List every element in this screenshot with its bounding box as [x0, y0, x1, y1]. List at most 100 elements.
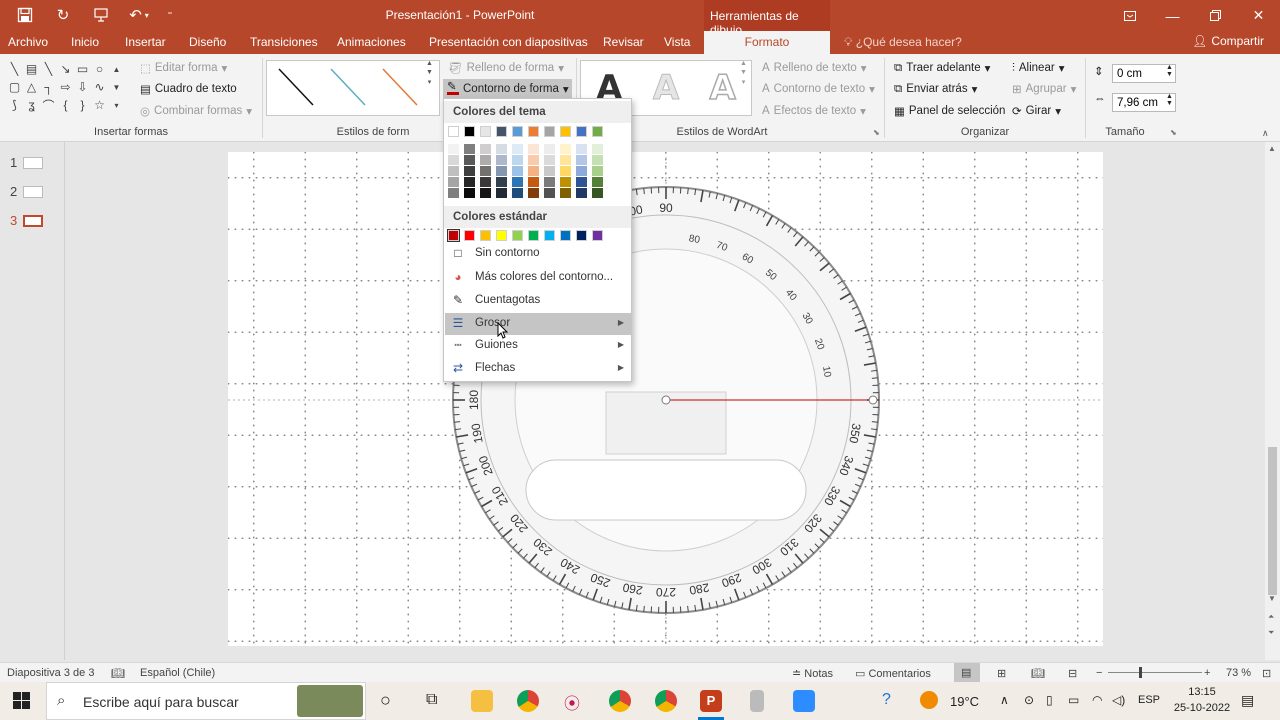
tab-inicio[interactable]: Inicio	[71, 35, 99, 49]
theme-color-swatch[interactable]	[544, 126, 555, 137]
reading-view-icon[interactable]: 📖︎	[1031, 667, 1045, 680]
zoom-out-icon[interactable]: −	[1096, 667, 1102, 679]
theme-color-swatch[interactable]	[448, 126, 459, 137]
theme-shade-swatch[interactable]	[496, 155, 507, 165]
theme-shade-swatch[interactable]	[512, 177, 523, 187]
customize-icon[interactable]: ⁼	[160, 3, 180, 27]
theme-color-swatch[interactable]	[592, 126, 603, 137]
tab-diseno[interactable]: Diseño	[189, 35, 226, 49]
theme-shade-swatch[interactable]	[560, 188, 571, 198]
standard-color-swatch[interactable]	[496, 230, 507, 241]
rounded-rect-icon[interactable]: ▢	[6, 78, 23, 96]
scrollbar-thumb[interactable]	[1268, 447, 1277, 595]
theme-shade-swatch[interactable]	[576, 188, 587, 198]
minimize-icon[interactable]: —	[1151, 0, 1194, 31]
width-spinner[interactable]: ▲ ▼	[1166, 93, 1173, 107]
dialog-launcher-icon[interactable]: ⬊	[1170, 128, 1177, 137]
app-icon[interactable]: ⦿	[564, 690, 580, 714]
scroll-down-icon[interactable]: ▼	[108, 78, 125, 96]
wifi-icon[interactable]: ◠	[1092, 693, 1102, 707]
theme-shade-swatch[interactable]	[480, 144, 491, 154]
save-icon[interactable]	[8, 3, 42, 27]
merge-shapes-button[interactable]: ◎ Combinar formas ▾	[140, 104, 252, 118]
theme-shade-swatch[interactable]	[496, 144, 507, 154]
triangle-shape-icon[interactable]: △	[23, 78, 40, 96]
shape-fill-button[interactable]: 🪣︎ Relleno de forma ▾	[448, 61, 564, 75]
theme-shade-swatch[interactable]	[528, 177, 539, 187]
ribbon-display-icon[interactable]	[1108, 0, 1151, 31]
battery-icon[interactable]: ▭	[1068, 693, 1079, 707]
standard-color-swatch[interactable]	[592, 230, 603, 241]
line-shape-icon[interactable]: ╲	[6, 60, 23, 78]
no-outline-item[interactable]: □ Sin contorno	[445, 243, 632, 265]
curve-icon[interactable]: ∿	[91, 78, 108, 96]
tab-insertar[interactable]: Insertar	[125, 35, 166, 49]
standard-color-swatch[interactable]	[576, 230, 587, 241]
shapes-gallery[interactable]: ╲ ▤ ╲ ↘ ▭ ○ ▲ ▢ △ ┐ ⇨ ⇩ ∿ ▼ ⟆ ʓ ⌒{} ☆ ▾	[6, 60, 130, 116]
theme-shade-swatch[interactable]	[544, 155, 555, 165]
rectangle-shape-icon[interactable]: ▭	[74, 60, 91, 78]
text-outline-button[interactable]: A Contorno de texto ▾	[762, 82, 875, 96]
standard-color-swatch[interactable]	[464, 230, 475, 241]
next-slide-icon[interactable]: ⏷	[1268, 628, 1274, 638]
theme-color-swatch[interactable]	[496, 126, 507, 137]
spin-down-icon[interactable]: ▼	[1166, 71, 1173, 78]
windows-start-icon[interactable]	[13, 692, 30, 712]
eyedropper-item[interactable]: ✎ Cuentagotas	[445, 290, 632, 312]
slide-canvas[interactable]: 9010011012013014015016017018019020021022…	[228, 152, 1103, 646]
slide-thumb-3[interactable]: 3	[10, 213, 44, 228]
text-effects-button[interactable]: A Efectos de texto ▾	[762, 104, 866, 118]
theme-color-swatch[interactable]	[576, 126, 587, 137]
theme-shade-swatch[interactable]	[592, 177, 603, 187]
theme-shade-swatch[interactable]	[560, 155, 571, 165]
chrome-profile-icon[interactable]	[609, 690, 631, 712]
height-spinner[interactable]: ▲ ▼	[1166, 64, 1173, 78]
more-outline-colors-item[interactable]: ◕ Más colores del contorno...	[445, 267, 632, 289]
spelling-icon[interactable]: 📖︎	[111, 667, 125, 680]
theme-color-swatch[interactable]	[464, 126, 475, 137]
gallery-scroll[interactable]: ▲ ▼ ▾	[426, 60, 433, 86]
zoom-in-icon[interactable]: +	[1204, 667, 1210, 679]
collapse-ribbon-icon[interactable]: ∧	[1262, 128, 1269, 139]
theme-color-swatch[interactable]	[512, 126, 523, 137]
theme-shade-swatch[interactable]	[464, 177, 475, 187]
tab-formato[interactable]: Formato	[704, 31, 830, 54]
more-styles-icon[interactable]: ▾	[742, 78, 746, 86]
star-icon[interactable]: ☆	[91, 96, 108, 114]
theme-shade-swatch[interactable]	[464, 166, 475, 176]
edit-shape-button[interactable]: ⬚ Editar forma ▾	[140, 61, 227, 75]
fit-to-window-icon[interactable]: ⊡	[1262, 667, 1271, 680]
theme-color-swatch[interactable]	[560, 126, 571, 137]
comments-button[interactable]: ▭ Comentarios	[855, 667, 931, 680]
chrome-profile-icon[interactable]	[655, 690, 677, 712]
share-button[interactable]: 👤︎ Compartir	[1192, 34, 1264, 48]
theme-shade-swatch[interactable]	[496, 188, 507, 198]
protractor-image[interactable]: 9010011012013014015016017018019020021022…	[228, 152, 1103, 646]
theme-shade-swatch[interactable]	[480, 166, 491, 176]
shape-outline-button[interactable]: ✎ Contorno de forma ▾	[443, 79, 572, 99]
slideshow-icon[interactable]: ⊟	[1068, 667, 1077, 680]
help-icon[interactable]: ?	[882, 691, 891, 709]
wordart-style-2[interactable]: A	[652, 68, 679, 109]
brace-right-icon[interactable]: }	[74, 96, 91, 114]
theme-shade-swatch[interactable]	[544, 144, 555, 154]
restore-icon[interactable]	[1194, 0, 1237, 31]
theme-shade-swatch[interactable]	[544, 188, 555, 198]
theme-shade-swatch[interactable]	[560, 144, 571, 154]
line-shape-icon[interactable]: ╲	[40, 60, 57, 78]
theme-shade-swatch[interactable]	[464, 188, 475, 198]
theme-shade-swatch[interactable]	[496, 166, 507, 176]
scroll-up-icon[interactable]: ▲	[108, 60, 125, 78]
theme-shade-swatch[interactable]	[448, 177, 459, 187]
clock-date[interactable]: 25-10-2022	[1170, 702, 1234, 714]
scroll-down-icon[interactable]: ▼	[426, 69, 433, 76]
theme-shade-swatch[interactable]	[464, 155, 475, 165]
spin-up-icon[interactable]: ▲	[1166, 64, 1173, 71]
slide-thumb-1[interactable]: 1	[10, 155, 44, 170]
theme-shade-swatch[interactable]	[464, 144, 475, 154]
clock-time[interactable]: 13:15	[1182, 686, 1222, 698]
task-view-icon[interactable]: ⧉	[426, 691, 437, 709]
theme-shade-swatch[interactable]	[592, 166, 603, 176]
redo-icon[interactable]: ↻	[46, 3, 80, 27]
tab-vista[interactable]: Vista	[664, 35, 690, 49]
